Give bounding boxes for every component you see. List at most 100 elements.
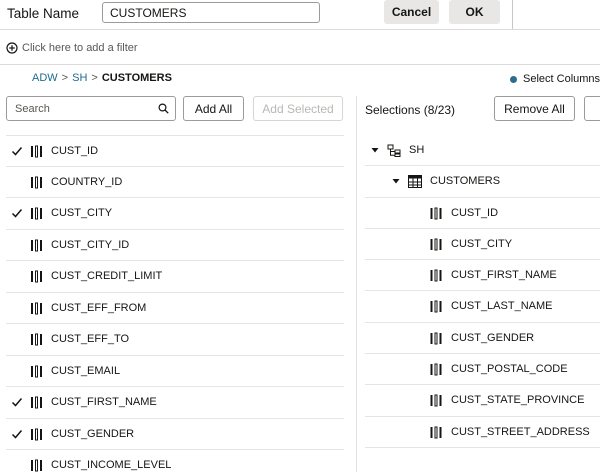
column-icon bbox=[430, 332, 442, 345]
add-filter-row[interactable]: Click here to add a filter bbox=[6, 42, 138, 54]
selected-column-item[interactable]: CUST_LAST_NAME bbox=[365, 291, 600, 323]
column-list-item[interactable]: CUST_CITY bbox=[6, 198, 344, 230]
column-icon bbox=[430, 363, 442, 376]
column-name: CUST_STATE_PROVINCE bbox=[451, 394, 585, 407]
plus-circle-icon bbox=[6, 42, 18, 54]
column-icon bbox=[31, 145, 42, 158]
column-name: CUST_GENDER bbox=[51, 427, 135, 440]
select-columns-option[interactable]: Select Columns bbox=[510, 73, 600, 85]
breadcrumb-item-current: CUSTOMERS bbox=[101, 72, 172, 84]
select-columns-label: Select Columns bbox=[523, 73, 600, 85]
column-list-item[interactable]: CUST_GENDER bbox=[6, 419, 344, 450]
checkmark-icon bbox=[11, 398, 23, 407]
selected-column-item[interactable]: CUST_POSTAL_CODE bbox=[365, 354, 600, 386]
ok-button[interactable]: OK bbox=[449, 0, 500, 24]
column-name: CUST_EFF_FROM bbox=[51, 301, 147, 314]
cancel-button[interactable]: Cancel bbox=[384, 0, 439, 24]
column-icon bbox=[430, 269, 442, 282]
column-name: CUST_ID bbox=[451, 206, 499, 219]
column-list-item[interactable]: CUST_INCOME_LEVEL bbox=[6, 450, 344, 472]
column-icon bbox=[31, 459, 42, 472]
column-name: CUST_EMAIL bbox=[51, 364, 121, 377]
selected-column-item[interactable]: CUST_ID bbox=[365, 198, 600, 229]
table-name-input[interactable] bbox=[102, 2, 320, 23]
caret-down-icon[interactable] bbox=[371, 146, 379, 154]
breadcrumb-item-sh[interactable]: SH bbox=[72, 72, 87, 84]
top-bar: Table Name Cancel OK bbox=[0, 0, 600, 29]
selected-column-item[interactable]: CUST_STATE_PROVINCE bbox=[365, 385, 600, 417]
add-all-button[interactable]: Add All bbox=[183, 96, 244, 121]
column-name: CUST_FIRST_NAME bbox=[51, 396, 157, 408]
schema-name: SH bbox=[409, 144, 425, 156]
breadcrumb: ADW > SH > CUSTOMERS bbox=[32, 72, 172, 84]
selected-column-item[interactable]: CUST_FIRST_NAME bbox=[365, 260, 600, 292]
column-list-item[interactable]: CUST_FIRST_NAME bbox=[6, 387, 344, 419]
column-name: CUST_EFF_TO bbox=[51, 333, 130, 345]
selections-tree: SH CUSTOMERS CUST_ID CUST_CITY CUST_FIRST_NA… bbox=[365, 135, 600, 448]
radio-selected-icon bbox=[510, 75, 517, 83]
breadcrumb-separator: > bbox=[61, 72, 69, 84]
column-list-item[interactable]: CUST_EFF_TO bbox=[6, 324, 344, 356]
search-icon[interactable] bbox=[158, 103, 169, 114]
add-filter-label: Click here to add a filter bbox=[22, 42, 138, 54]
column-icon bbox=[430, 207, 442, 220]
breadcrumb-item-adw[interactable]: ADW bbox=[32, 72, 58, 84]
column-name: CUST_GENDER bbox=[451, 331, 535, 344]
column-name: CUST_FIRST_NAME bbox=[451, 269, 557, 282]
column-list-item[interactable]: CUST_EFF_FROM bbox=[6, 293, 344, 324]
table-name: CUSTOMERS bbox=[430, 175, 501, 188]
checkmark-icon bbox=[11, 209, 23, 218]
column-name: CUST_POSTAL_CODE bbox=[451, 363, 568, 376]
tree-node-schema[interactable]: SH bbox=[365, 135, 600, 167]
column-name: CUST_CITY bbox=[51, 207, 113, 219]
column-name: CUST_STREET_ADDRESS bbox=[451, 425, 590, 438]
column-list-item[interactable]: COUNTRY_ID bbox=[6, 167, 344, 198]
column-name: CUST_CITY_ID bbox=[51, 238, 130, 251]
column-icon bbox=[31, 302, 42, 314]
column-icon bbox=[31, 239, 42, 251]
column-name: COUNTRY_ID bbox=[51, 175, 123, 188]
column-icon bbox=[430, 394, 442, 407]
caret-down-icon[interactable] bbox=[392, 177, 400, 185]
column-icon bbox=[31, 396, 42, 409]
checkmark-icon bbox=[11, 429, 23, 439]
column-list-item[interactable]: CUST_CREDIT_LIMIT bbox=[6, 261, 344, 293]
column-icon bbox=[430, 426, 442, 439]
column-icon bbox=[31, 428, 42, 440]
search-input[interactable] bbox=[7, 97, 155, 120]
breadcrumb-separator: > bbox=[91, 72, 98, 84]
tree-node-table[interactable]: CUSTOMERS bbox=[365, 166, 600, 198]
column-name: CUST_ID bbox=[51, 145, 99, 157]
table-name-label: Table Name bbox=[7, 6, 80, 21]
column-icon bbox=[31, 365, 42, 377]
column-list-item[interactable]: CUST_EMAIL bbox=[6, 356, 344, 387]
column-name: CUST_CREDIT_LIMIT bbox=[51, 270, 163, 282]
table-icon bbox=[408, 175, 422, 189]
column-name: CUST_INCOME_LEVEL bbox=[51, 459, 172, 471]
checkmark-icon bbox=[11, 147, 23, 156]
selected-column-item[interactable]: CUST_CITY bbox=[365, 229, 600, 261]
available-columns-list: CUST_ID COUNTRY_ID CUST_CITY CUST_CITY_ID CU… bbox=[6, 135, 344, 472]
column-icon bbox=[430, 238, 442, 251]
column-name: CUST_LAST_NAME bbox=[451, 300, 553, 313]
column-icon bbox=[31, 333, 42, 346]
column-icon bbox=[31, 207, 42, 220]
schema-icon bbox=[387, 144, 401, 157]
search-field[interactable] bbox=[6, 96, 176, 121]
column-icon bbox=[31, 176, 42, 188]
column-list-item[interactable]: CUST_ID bbox=[6, 135, 344, 167]
column-icon bbox=[430, 300, 442, 313]
selections-title: Selections (8/23) bbox=[365, 103, 456, 117]
divider bbox=[0, 64, 600, 65]
remove-selected-button[interactable] bbox=[584, 96, 600, 121]
selected-column-item[interactable]: CUST_GENDER bbox=[365, 323, 600, 355]
add-selected-button[interactable]: Add Selected bbox=[253, 96, 343, 121]
column-icon bbox=[31, 270, 42, 283]
panel-divider bbox=[356, 96, 357, 472]
divider bbox=[0, 29, 600, 30]
divider bbox=[512, 0, 513, 29]
remove-all-button[interactable]: Remove All bbox=[494, 96, 575, 121]
column-name: CUST_CITY bbox=[451, 237, 513, 250]
selected-column-item[interactable]: CUST_STREET_ADDRESS bbox=[365, 417, 600, 448]
column-list-item[interactable]: CUST_CITY_ID bbox=[6, 230, 344, 261]
